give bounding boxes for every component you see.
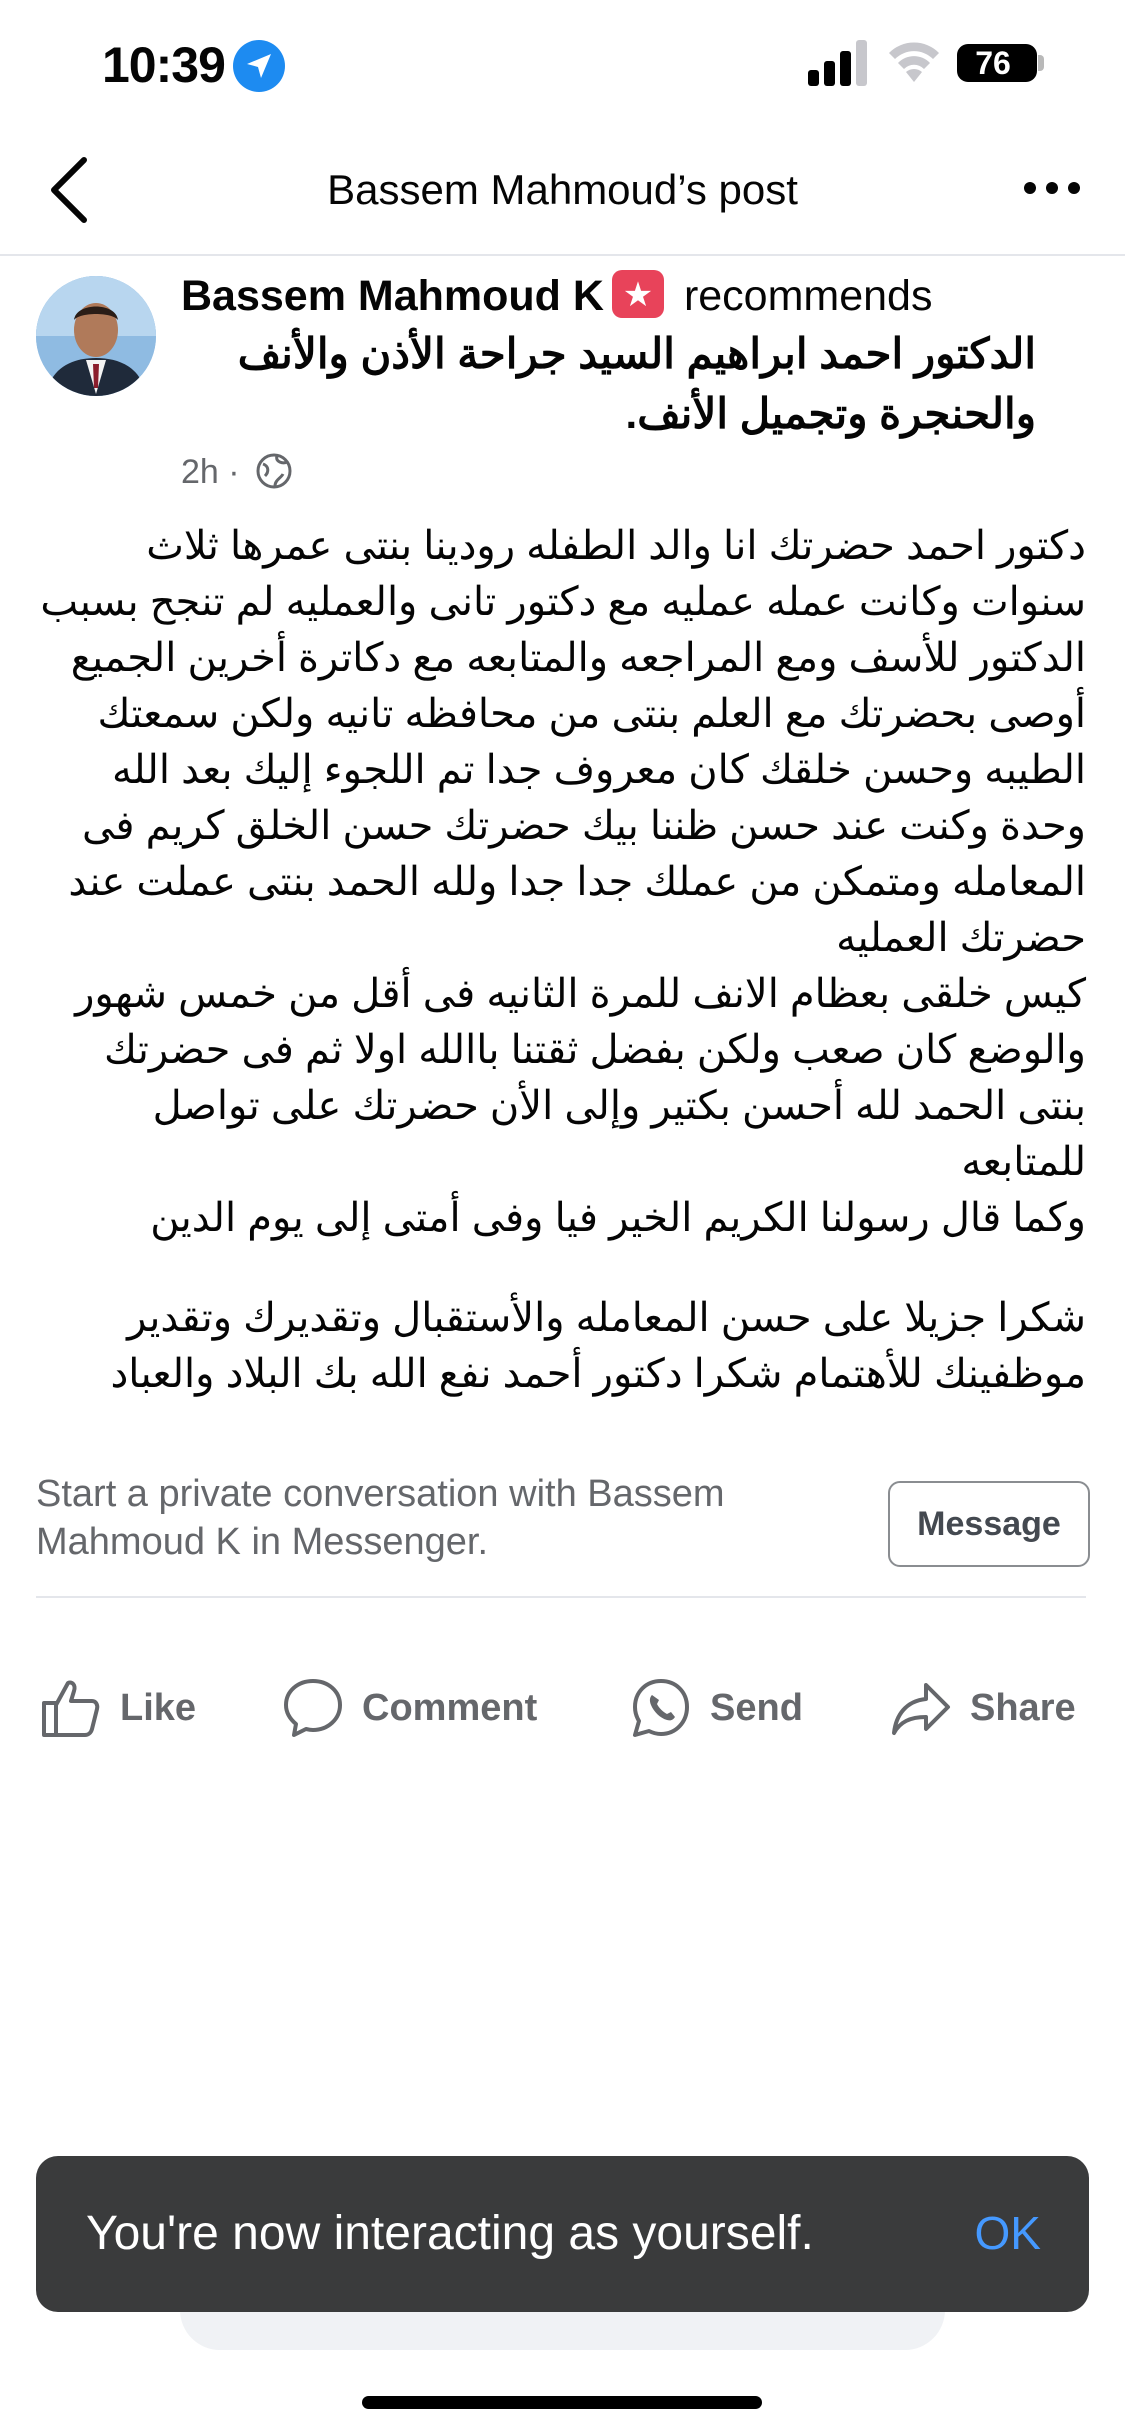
post-paragraph: وكما قال رسولنا الكريم الخير فيا وفى أمت… <box>150 1196 1086 1240</box>
messenger-prompt: Start a private conversation with Bassem… <box>36 1473 725 1563</box>
globe-icon <box>256 453 292 489</box>
battery-level: 76 <box>975 45 1011 81</box>
share-arrow-icon <box>892 1683 950 1735</box>
author-name[interactable]: Bassem Mahmoud K <box>181 272 604 320</box>
cellular-signal-icon <box>808 40 867 86</box>
post-paragraph: شكرا جزيلا على حسن المعامله والأستقبال و… <box>110 1296 1086 1396</box>
post-time[interactable]: 2h <box>181 453 219 491</box>
send-label: Send <box>710 1686 803 1729</box>
status-bar: 10:39 76 <box>0 0 1125 130</box>
whatsapp-icon <box>633 1679 689 1737</box>
share-button[interactable]: Share <box>890 1668 1076 1748</box>
bottom-bar-shadow <box>180 2310 945 2350</box>
status-time: 10:39 <box>102 37 226 93</box>
more-dots-icon[interactable] <box>1020 168 1084 208</box>
send-button[interactable]: Send <box>630 1668 803 1748</box>
toast: You're now interacting as yourself. OK <box>36 2156 1089 2312</box>
post-meta: 2h · <box>181 452 293 492</box>
post-paragraph: دكتور احمد حضرتك انا والد الطفله رودينا … <box>40 524 1086 960</box>
comment-button[interactable]: Comment <box>282 1668 537 1748</box>
post-header: Bassem Mahmoud K ★ recommends <box>181 270 1081 330</box>
meta-separator: · <box>228 453 240 491</box>
thumbs-up-icon <box>42 1680 100 1737</box>
action-bar: Like Comment Send Share <box>0 1668 1125 1748</box>
toast-message: You're now interacting as yourself. <box>86 2207 814 2260</box>
like-label: Like <box>120 1686 197 1729</box>
toast-ok-button[interactable]: OK <box>975 2206 1041 2260</box>
post-body: دكتور احمد حضرتك انا والد الطفله رودينا … <box>30 518 1086 1402</box>
page-title: Bassem Mahmoud’s post <box>327 166 798 213</box>
post-paragraph: كيس خلقى بعظام الانف للمرة الثانيه فى أق… <box>75 972 1086 1184</box>
recommended-page-name[interactable]: الدكتور احمد ابراهيم السيد جراحة الأذن و… <box>150 324 1036 444</box>
wifi-icon <box>889 42 939 82</box>
chevron-left-icon[interactable] <box>40 152 100 228</box>
recommends-label: recommends <box>683 272 933 320</box>
nav-bar: Bassem Mahmoud’s post <box>0 130 1125 256</box>
comment-bubble-icon <box>284 1679 342 1737</box>
share-label: Share <box>970 1686 1076 1729</box>
divider <box>36 1596 1086 1598</box>
battery-cap <box>1038 55 1044 71</box>
like-button[interactable]: Like <box>40 1668 196 1748</box>
recommend-star-icon: ★ <box>611 270 664 318</box>
message-button[interactable]: Message <box>888 1481 1090 1567</box>
location-arrow-icon <box>233 40 285 92</box>
home-indicator[interactable] <box>362 2396 762 2409</box>
comment-label: Comment <box>362 1686 538 1729</box>
avatar[interactable] <box>36 276 156 396</box>
